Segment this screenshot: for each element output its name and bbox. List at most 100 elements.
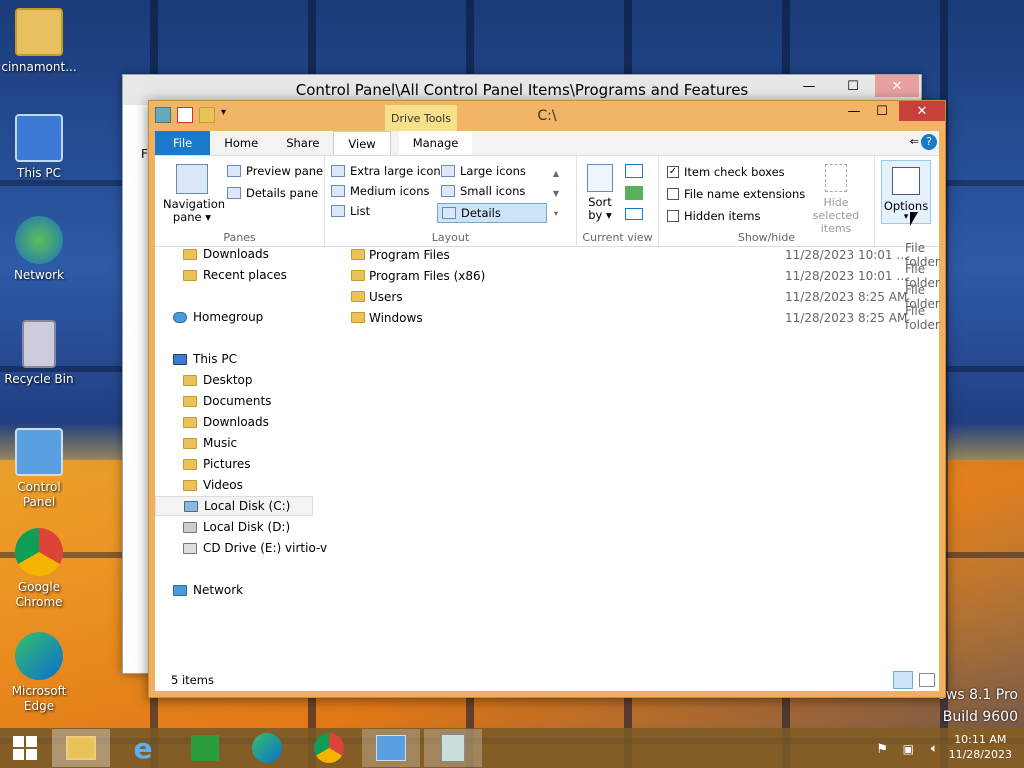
hidden-items-toggle[interactable]: Hidden items (667, 209, 760, 223)
nav-item[interactable]: Videos (183, 475, 338, 495)
layout-list[interactable]: List (331, 204, 370, 218)
options-button[interactable]: Options ▾ (881, 160, 931, 224)
tab-manage[interactable]: Manage (398, 131, 473, 155)
minimize-icon[interactable]: — (839, 101, 869, 121)
panes-group: Navigation pane ▾ Preview pane Details p… (155, 156, 325, 246)
taskbar-edge[interactable] (238, 729, 296, 767)
list-label: List (350, 204, 371, 218)
table-row[interactable]: Program Files (x86) 11/28/2023 10:01 ... F… (345, 262, 940, 290)
tab-view[interactable]: View (333, 131, 391, 155)
nav-item[interactable]: Homegroup (173, 307, 328, 327)
nav-item[interactable]: Music (183, 433, 338, 453)
ribbon-tabs: File Home Share View Manage ⇐ ? (155, 131, 939, 155)
desktop-icon-edge[interactable]: Microsoft Edge (0, 632, 78, 714)
navigation-pane-button[interactable]: Navigation pane ▾ (163, 164, 225, 224)
desktop-icon-network[interactable]: Network (0, 216, 78, 283)
maximize-icon[interactable]: ☐ (867, 101, 897, 121)
nav-item[interactable]: Local Disk (D:) (183, 517, 338, 537)
taskbar-internet-explorer[interactable]: e (114, 729, 172, 767)
nav-item[interactable]: CD Drive (E:) virtio-v (183, 538, 338, 558)
details-view-icon[interactable] (893, 671, 913, 689)
nav-item-local-disk-c[interactable]: Local Disk (C:) (155, 496, 313, 516)
table-row[interactable]: Program Files 11/28/2023 10:01 ... File fo… (345, 241, 940, 269)
nav-item[interactable]: This PC (173, 349, 328, 369)
options-label: Options (883, 199, 929, 213)
group-by-icon[interactable] (625, 164, 643, 178)
nav-item[interactable]: Downloads (183, 412, 338, 432)
item-check-boxes-checkbox[interactable]: ✓ (667, 166, 679, 178)
taskbar-control-panel[interactable] (362, 729, 420, 767)
row-name: Windows (369, 311, 423, 325)
desktop-icon-this-pc[interactable]: This PC (0, 114, 78, 181)
table-row[interactable]: Windows 11/28/2023 8:25 AM File folder (345, 304, 940, 332)
control-panel-icon (376, 735, 406, 761)
programs-icon (441, 734, 465, 762)
nav-item[interactable]: Downloads (183, 244, 338, 264)
maximize-icon[interactable]: ☐ (831, 75, 875, 97)
nav-item-label: Network (193, 583, 244, 597)
layout-medium-icons[interactable]: Medium icons (331, 184, 429, 198)
row-date: 11/28/2023 8:25 AM (785, 290, 908, 304)
close-icon[interactable]: ✕ (875, 75, 919, 97)
file-name-extensions-toggle[interactable]: File name extensions (667, 187, 805, 201)
close-icon[interactable]: ✕ (899, 101, 945, 121)
layout-small-icons[interactable]: Small icons (441, 184, 525, 198)
desktop-icon-label: Network (13, 268, 65, 282)
preview-pane-button[interactable]: Preview pane (227, 164, 323, 178)
size-columns-icon[interactable] (625, 208, 643, 220)
panes-group-label: Panes (223, 231, 256, 244)
hidden-items-checkbox[interactable] (667, 210, 679, 222)
sort-by-button[interactable]: Sort by ▾ (585, 164, 615, 222)
flag-icon[interactable]: ⚑ (876, 742, 888, 757)
help-icon[interactable]: ? (921, 134, 937, 150)
item-check-boxes-toggle[interactable]: ✓ Item check boxes (667, 165, 785, 179)
pin-ribbon-icon[interactable]: ⇐ (910, 135, 919, 148)
tab-home[interactable]: Home (210, 131, 272, 155)
minimize-icon[interactable]: — (787, 75, 831, 97)
add-columns-icon[interactable] (625, 186, 643, 200)
desktop-icon-chrome[interactable]: Google Chrome (0, 528, 78, 610)
file-name-extensions-checkbox[interactable] (667, 188, 679, 200)
item-count: 5 items (171, 673, 214, 687)
details-pane-button[interactable]: Details pane (227, 186, 318, 200)
layout-large-icons[interactable]: Large icons (441, 164, 526, 178)
nav-item[interactable]: Documents (183, 391, 338, 411)
layout-details[interactable]: Details (437, 203, 547, 223)
tab-share[interactable]: Share (272, 131, 333, 155)
layout-scrollbar[interactable]: ▲ ▼ ▾ (551, 164, 561, 222)
nav-item-label: Homegroup (193, 310, 264, 324)
taskbar-store[interactable] (176, 729, 234, 767)
nav-item[interactable]: Network (173, 580, 328, 600)
desktop-icon-recycle-bin[interactable]: Recycle Bin (0, 320, 78, 387)
desktop-icon-label: cinnamont... (1, 60, 77, 74)
explorer-titlebar[interactable]: ▾ Drive Tools C:\ — ☐ ✕ (149, 101, 945, 131)
start-button[interactable] (0, 729, 50, 767)
taskbar-file-explorer[interactable] (52, 729, 110, 767)
nav-item[interactable]: Recent places (183, 265, 338, 285)
nav-item-label: Recent places (203, 268, 287, 282)
taskbar-chrome[interactable] (300, 729, 358, 767)
layout-extra-large-icons[interactable]: Extra large icons (331, 164, 447, 178)
chrome-icon (314, 733, 344, 763)
hide-selected-items-button[interactable]: Hide selected items (799, 164, 873, 235)
explorer-window[interactable]: ▾ Drive Tools C:\ — ☐ ✕ File Home Share … (148, 100, 946, 698)
details-pane-icon (227, 187, 241, 199)
navigation-pane-icon (176, 164, 208, 194)
desktop-icon-user-folder[interactable]: cinnamont... (0, 8, 78, 75)
nav-item-label: This PC (193, 352, 237, 366)
nav-item[interactable]: Desktop (183, 370, 338, 390)
desktop-icon-label: This PC (17, 166, 61, 180)
extra-large-icons-icon (331, 165, 345, 177)
table-row[interactable]: Users 11/28/2023 8:25 AM File folder (345, 283, 940, 311)
nav-item[interactable]: Pictures (183, 454, 338, 474)
desktop-icon-control-panel[interactable]: Control Panel (0, 428, 78, 510)
large-icons-view-icon[interactable] (919, 673, 935, 687)
volume-muted-icon[interactable]: 🔈︎ (931, 741, 938, 756)
nav-item-label: Music (203, 436, 238, 450)
clock[interactable]: 10:11 AM 11/28/2023 (949, 732, 1012, 762)
taskbar-programs[interactable] (424, 729, 482, 767)
music-folder-icon (183, 437, 197, 449)
tab-file[interactable]: File (155, 131, 211, 155)
network-tray-icon[interactable]: ▣ (903, 742, 914, 756)
row-date: 11/28/2023 10:01 ... (785, 269, 908, 283)
